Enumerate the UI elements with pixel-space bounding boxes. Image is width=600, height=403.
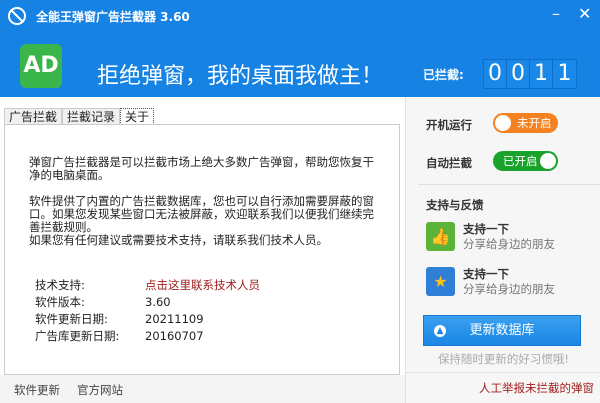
tab-ad-block[interactable]: 广告拦截 (4, 108, 63, 125)
about-paragraph: 如果您有任何建议或需要技术支持，请联系我们技术人员。 (29, 233, 328, 247)
share-item-qzone[interactable]: ★ 支持一下 分享给身边的朋友 (426, 267, 555, 297)
counter-digit: 0 (507, 60, 530, 88)
update-database-button[interactable]: ▲ 更新数据库 (423, 315, 581, 346)
tab-bar: 广告拦截 拦截记录 关于 (4, 108, 155, 125)
info-key: 软件更新日期: (35, 312, 108, 326)
info-key: 软件版本: (35, 295, 85, 309)
header: 全能王弹窗广告拦截器 3.60 – ✕ AD 拒绝弹窗，我的桌面我做主！ 已拦截… (0, 0, 600, 97)
info-value: 3.60 (145, 295, 171, 309)
info-key: 广告库更新日期: (35, 329, 120, 343)
toggle-state: 已开启 (503, 154, 538, 168)
star-icon: ★ (426, 267, 455, 296)
info-value: 20211109 (145, 312, 204, 326)
app-icon (8, 7, 26, 25)
about-paragraph: 软件提供了内置的广告拦截数据库，您也可以自行添加需要屏蔽的窗口。如果您发现某些窗… (29, 194, 374, 234)
share-subtitle: 分享给身边的朋友 (463, 237, 555, 251)
contact-support-link[interactable]: 点击这里联系技术人员 (145, 277, 260, 294)
divider (418, 184, 600, 185)
tab-about[interactable]: 关于 (120, 108, 155, 125)
thumbs-up-icon: 👍 (426, 222, 455, 251)
startup-label: 开机运行 (426, 118, 472, 132)
auto-block-label: 自动拦截 (426, 156, 472, 170)
minimize-button[interactable]: – (552, 4, 560, 23)
share-title: 支持一下 (463, 222, 509, 236)
slogan: 拒绝弹窗，我的桌面我做主！ (97, 64, 384, 89)
software-update-link[interactable]: 软件更新 (14, 382, 60, 398)
upload-icon: ▲ (434, 325, 446, 337)
share-item-thumbs[interactable]: 👍 支持一下 分享给身边的朋友 (426, 222, 555, 252)
footer: 软件更新 官方网站 (0, 375, 405, 403)
close-button[interactable]: ✕ (578, 4, 591, 23)
about-panel: 弹窗广告拦截器是可以拦截市场上绝大多数广告弹窗，帮助您恢复干净的电脑桌面。 软件… (4, 124, 400, 375)
blocked-label: 已拦截: (423, 68, 464, 82)
share-title: 支持一下 (463, 267, 509, 281)
support-title: 支持与反馈 (426, 198, 484, 212)
counter-digit: 1 (530, 60, 553, 88)
info-table: 技术支持: 点击这里联系技术人员 软件版本: 3.60 软件更新日期: 2021110… (35, 277, 260, 345)
toggle-knob (540, 153, 556, 169)
update-hint: 保持随时更新的好习惯哦! (437, 352, 570, 366)
toggle-knob (495, 115, 511, 131)
window-title: 全能王弹窗广告拦截器 3.60 (36, 10, 190, 24)
logo: AD (20, 44, 62, 88)
blocked-counter: 0 0 1 1 (483, 59, 577, 89)
report-popup-link[interactable]: 人工举报未拦截的弹窗 (479, 380, 594, 396)
info-key: 技术支持: (35, 278, 85, 292)
auto-block-toggle[interactable]: 已开启 (493, 151, 558, 171)
startup-toggle[interactable]: 未开启 (493, 113, 558, 133)
official-site-link[interactable]: 官方网站 (77, 382, 123, 398)
share-subtitle: 分享给身边的朋友 (463, 282, 555, 296)
toggle-state: 未开启 (517, 116, 552, 130)
divider (406, 372, 600, 373)
update-button-label: 更新数据库 (469, 323, 535, 338)
info-value: 20160707 (145, 329, 204, 343)
counter-digit: 0 (484, 60, 507, 88)
right-panel: 开机运行 未开启 自动拦截 已开启 支持与反馈 👍 支持一下 分享给身边的朋友 ★… (405, 97, 600, 403)
tab-block-log[interactable]: 拦截记录 (62, 108, 121, 125)
about-paragraph: 弹窗广告拦截器是可以拦截市场上绝大多数广告弹窗，帮助您恢复干净的电脑桌面。 (29, 155, 374, 182)
counter-digit: 1 (553, 60, 576, 88)
